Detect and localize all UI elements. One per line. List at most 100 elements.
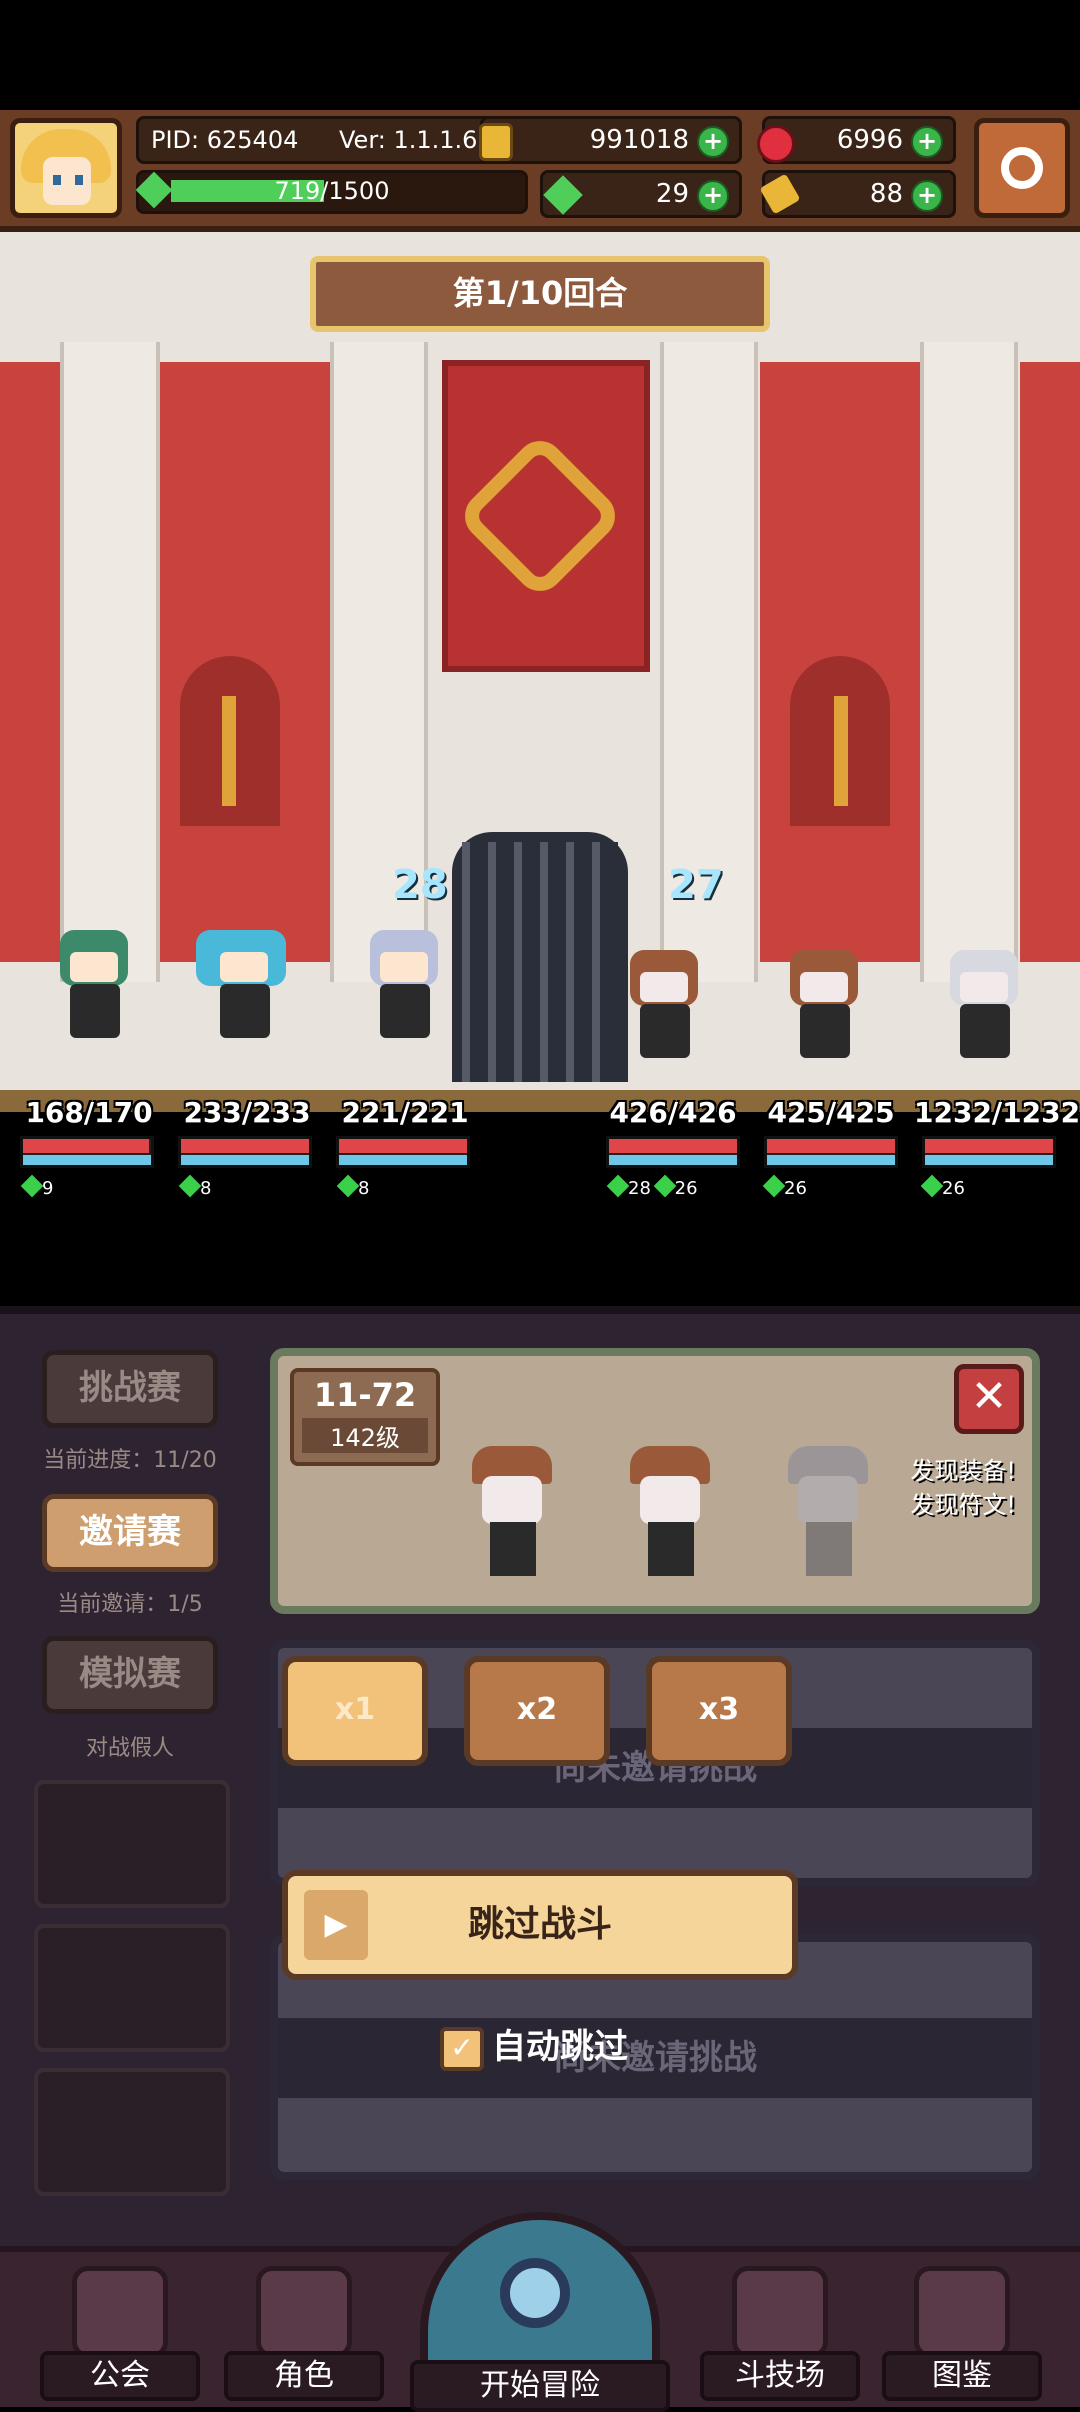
- castle-banner: [442, 360, 650, 672]
- stage-number: 11-72: [313, 1376, 417, 1414]
- preview-enemy-2: [624, 1446, 714, 1586]
- character-icon: [256, 2266, 352, 2358]
- add-clover-button[interactable]: +: [697, 180, 729, 212]
- ally-buff-3: 8: [336, 1174, 369, 1199]
- enemy-hp-bar: [922, 1136, 1056, 1168]
- enemy-1[interactable]: [610, 930, 710, 1070]
- nav-codex-label: 图鉴: [882, 2351, 1042, 2401]
- buff-icon: [920, 1174, 944, 1198]
- buff-icon: [336, 1174, 360, 1198]
- top-bar: PID: 625404 Ver: 1.1.1.6 719/1500 991018…: [0, 110, 1080, 232]
- xp-bar: 719/1500: [135, 170, 528, 214]
- auto-skip-checkbox[interactable]: ✓ 自动跳过: [440, 2020, 660, 2074]
- enemy-hp-2: 425/425: [767, 1096, 895, 1129]
- clover-icon: [543, 175, 583, 215]
- key-icon: [759, 173, 801, 215]
- sword-emblem-icon: [222, 696, 236, 806]
- preview-enemy-1: [466, 1446, 556, 1586]
- sword-emblem-icon: [834, 696, 848, 806]
- tab-challenge[interactable]: 挑战赛: [42, 1350, 218, 1428]
- nav-arena-label: 斗技场: [700, 2351, 860, 2401]
- key-value: 88: [869, 179, 903, 209]
- gold-coin-icon: [479, 123, 513, 161]
- found-text: 发现装备! 发现符文!: [910, 1457, 1016, 1519]
- ally-buff-2: 8: [178, 1174, 211, 1199]
- buff-icon: [20, 1174, 44, 1198]
- pillar: [920, 342, 1018, 982]
- stage-info: 11-72 142级: [290, 1368, 440, 1466]
- xp-text: 719/1500: [274, 177, 390, 205]
- nav-role-label: 角色: [224, 2351, 384, 2401]
- nav-adventure-label: 开始冒险: [410, 2360, 670, 2412]
- player-info-panel: PID: 625404 Ver: 1.1.1.6: [136, 116, 534, 164]
- add-gold-button[interactable]: +: [697, 126, 729, 158]
- version-label: Ver: 1.1.1.6: [339, 126, 478, 154]
- preview-enemy-3: [782, 1446, 872, 1586]
- gold-counter: 991018 +: [479, 116, 742, 164]
- close-icon[interactable]: ✕: [954, 1364, 1024, 1434]
- empty-slot: [34, 1780, 230, 1908]
- nav-guild-label: 公会: [40, 2351, 200, 2401]
- speed-x2-button[interactable]: x2: [464, 1656, 610, 1766]
- ally-hp-bar: [336, 1136, 470, 1168]
- nav-arena[interactable]: 斗技场: [690, 2252, 870, 2407]
- magnifier-icon: [500, 2258, 570, 2328]
- ally-shield-value: 28: [392, 862, 448, 908]
- ally-hp-bar: [178, 1136, 312, 1168]
- skip-battle-label: 跳过战斗: [467, 1904, 612, 1945]
- buff-icon: [178, 1174, 202, 1198]
- battle-preview-card[interactable]: 11-72 142级 ✕ 发现装备! 发现符文!: [270, 1348, 1040, 1614]
- nav-role[interactable]: 角色: [214, 2252, 394, 2407]
- gear-icon: [1001, 147, 1043, 189]
- add-key-button[interactable]: +: [911, 180, 943, 212]
- ally-hero-3[interactable]: [350, 910, 450, 1050]
- book-icon: [914, 2266, 1010, 2358]
- enemy-hp-bar: [764, 1136, 898, 1168]
- empty-slot: [34, 2068, 230, 2196]
- ally-hero-2[interactable]: [190, 910, 290, 1050]
- enemy-hp-bar: [606, 1136, 740, 1168]
- player-avatar[interactable]: [10, 118, 122, 218]
- key-counter: 88 +: [759, 170, 956, 218]
- tab-invitation[interactable]: 邀请赛: [42, 1494, 218, 1572]
- wall: [0, 362, 60, 962]
- clover-counter: 29 +: [540, 170, 742, 218]
- clover-value: 29: [655, 179, 689, 209]
- checkmark-icon: ✓: [440, 2026, 484, 2071]
- challenge-progress: 当前进度：11/20: [43, 1448, 217, 1473]
- nav-guild[interactable]: 公会: [30, 2252, 210, 2407]
- enemy-hp-1: 426/426: [609, 1096, 737, 1129]
- enemy-shield-value: 27: [668, 862, 724, 908]
- speed-x1-button[interactable]: x1: [282, 1656, 428, 1766]
- ally-hp-bar: [20, 1136, 154, 1168]
- speed-x3-button[interactable]: x3: [646, 1656, 792, 1766]
- simulation-desc: 对战假人: [85, 1736, 174, 1761]
- enemy-hp-3: 1232/1232: [914, 1096, 1080, 1129]
- status-bar: [0, 0, 1080, 110]
- settings-button[interactable]: [974, 118, 1070, 218]
- skip-battle-button[interactable]: ▶ 跳过战斗: [282, 1870, 798, 1980]
- tab-simulation[interactable]: 模拟赛: [42, 1636, 218, 1714]
- enemy-buff-2: 26: [762, 1174, 807, 1199]
- add-gem-button[interactable]: +: [911, 126, 943, 158]
- gem-counter: 6996 +: [757, 116, 956, 164]
- enemy-buff-1: 28 26: [606, 1174, 698, 1199]
- player-id: PID: 625404: [151, 126, 299, 154]
- invitation-progress: 当前邀请：1/5: [57, 1592, 203, 1617]
- ally-hp-3: 221/221: [341, 1096, 469, 1129]
- enemy-2[interactable]: [770, 930, 870, 1070]
- red-gem-icon: [757, 125, 795, 163]
- battle-scene: [0, 232, 1080, 1092]
- nav-start-adventure[interactable]: 开始冒险: [410, 2212, 670, 2412]
- buff-icon: [762, 1174, 786, 1198]
- ally-hero-1[interactable]: [40, 910, 140, 1050]
- enemy-buff-3: 26: [920, 1174, 965, 1199]
- crossed-swords-icon: [732, 2266, 828, 2358]
- gem-value: 6996: [836, 125, 903, 155]
- stage-level: 142级: [302, 1418, 428, 1453]
- auto-skip-label: 自动跳过: [492, 2027, 628, 2067]
- empty-slot: [34, 1924, 230, 2052]
- nav-codex[interactable]: 图鉴: [872, 2252, 1052, 2407]
- enemy-3[interactable]: [930, 930, 1030, 1070]
- ally-hp-1: 168/170: [25, 1096, 153, 1129]
